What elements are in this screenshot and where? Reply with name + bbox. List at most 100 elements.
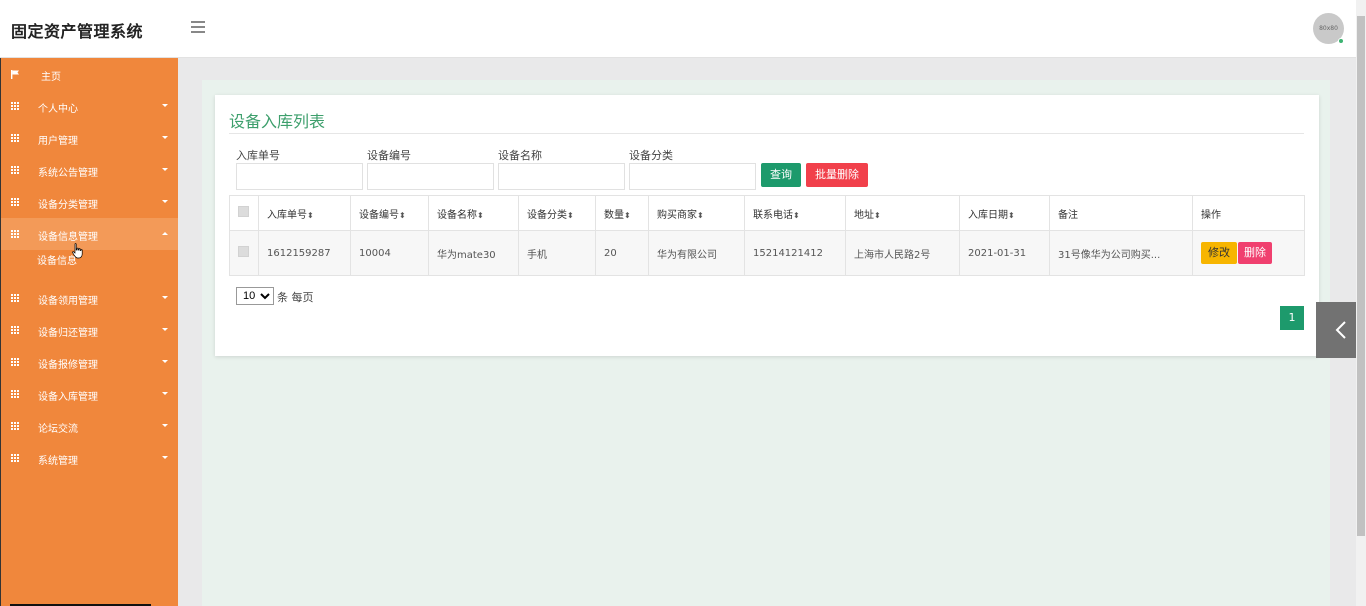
header-quantity[interactable]: 数量⬍ (595, 195, 649, 231)
sidebar-item-label: 主页 (41, 72, 61, 83)
device-name-input[interactable] (498, 163, 625, 190)
query-button[interactable]: 查询 (761, 163, 801, 187)
sidebar-item-label: 设备报修管理 (38, 360, 98, 371)
header-date[interactable]: 入库日期⬍ (959, 195, 1050, 231)
sidebar-item-device-stock-in[interactable]: 设备入库管理 (1, 378, 178, 410)
grid-icon (11, 134, 20, 142)
receipt-no-input[interactable] (236, 163, 363, 190)
device-no-label: 设备编号 (367, 149, 411, 162)
chevron-down-icon (162, 136, 168, 139)
grid-icon (11, 166, 20, 174)
cell-quantity: 20 (595, 230, 649, 276)
sidebar-item-label: 系统管理 (38, 456, 78, 467)
cell-phone: 15214121412 (744, 230, 846, 276)
scrollbar-thumb[interactable] (1357, 16, 1365, 536)
sidebar-item-label: 个人中心 (38, 104, 78, 115)
sidebar-subitem-device-info[interactable]: 设备信息 (1, 250, 178, 282)
chevron-down-icon (162, 328, 168, 331)
sidebar-item-personal-center[interactable]: 个人中心 (1, 90, 178, 122)
header-select-all[interactable] (229, 195, 259, 231)
sidebar-item-device-category[interactable]: 设备分类管理 (1, 186, 178, 218)
app-title: 固定资产管理系统 (11, 22, 144, 41)
sort-icon: ⬍ (477, 210, 484, 220)
sort-icon: ⬍ (307, 210, 314, 220)
sort-icon: ⬍ (624, 210, 631, 220)
device-category-label: 设备分类 (629, 149, 673, 162)
sidebar-subitem-label: 设备信息 (37, 256, 77, 267)
header-actions: 操作 (1192, 195, 1305, 231)
sort-icon: ⬍ (399, 210, 406, 220)
mouse-pointer-icon (72, 243, 83, 259)
edit-button[interactable]: 修改 (1201, 242, 1237, 264)
page-size-unit-label: 条 每页 (277, 291, 314, 304)
header-device-name[interactable]: 设备名称⬍ (428, 195, 519, 231)
grid-icon (11, 102, 20, 110)
page-size-select[interactable]: 10 (236, 287, 274, 305)
header-device-no[interactable]: 设备编号⬍ (350, 195, 429, 231)
header-address[interactable]: 地址⬍ (845, 195, 960, 231)
sort-icon: ⬍ (697, 210, 704, 220)
chevron-left-icon (1335, 321, 1346, 339)
grid-icon (11, 454, 20, 462)
grid-icon (11, 230, 20, 238)
sort-icon: ⬍ (793, 210, 800, 220)
batch-delete-button[interactable]: 批量删除 (806, 163, 868, 187)
sidebar: 主页 个人中心 用户管理 系统公告管理 设备分类管理 设备信息管理 设备信息 设… (0, 58, 178, 606)
sort-icon: ⬍ (1008, 210, 1015, 220)
cell-device-no: 10004 (350, 230, 429, 276)
sidebar-item-label: 设备领用管理 (38, 296, 98, 307)
row-checkbox[interactable] (238, 246, 249, 257)
delete-button[interactable]: 删除 (1238, 242, 1272, 264)
grid-icon (11, 294, 20, 302)
table-row: 1612159287 10004 华为mate30 手机 20 华为有限公司 1… (229, 230, 1305, 276)
sidebar-item-device-return[interactable]: 设备归还管理 (1, 314, 178, 346)
chevron-up-icon (162, 232, 168, 235)
sidebar-item-system[interactable]: 系统管理 (1, 442, 178, 474)
sidebar-item-home[interactable]: 主页 (1, 58, 178, 90)
receipt-no-label: 入库单号 (236, 149, 280, 162)
page-title: 设备入库列表 (229, 112, 326, 131)
page-scrollbar[interactable] (1356, 0, 1366, 606)
cell-category: 手机 (518, 230, 596, 276)
sidebar-item-label: 论坛交流 (38, 424, 78, 435)
menu-toggle-icon[interactable] (191, 21, 205, 35)
header-receipt-no[interactable]: 入库单号⬍ (258, 195, 351, 231)
header-phone[interactable]: 联系电话⬍ (744, 195, 846, 231)
top-header: 固定资产管理系统 80x80 (0, 0, 1356, 58)
cell-vendor: 华为有限公司 (648, 230, 745, 276)
device-category-input[interactable] (629, 163, 756, 190)
header-remark: 备注 (1049, 195, 1193, 231)
header-vendor[interactable]: 购买商家⬍ (648, 195, 745, 231)
header-device-category[interactable]: 设备分类⬍ (518, 195, 596, 231)
sidebar-item-user-management[interactable]: 用户管理 (1, 122, 178, 154)
sidebar-item-device-info[interactable]: 设备信息管理 (1, 218, 178, 250)
sidebar-item-device-repair[interactable]: 设备报修管理 (1, 346, 178, 378)
sidebar-item-announcement[interactable]: 系统公告管理 (1, 154, 178, 186)
chevron-down-icon (162, 168, 168, 171)
cell-date: 2021-01-31 (959, 230, 1050, 276)
cell-address: 上海市人民路2号 (845, 230, 960, 276)
stock-in-table: 入库单号⬍ 设备编号⬍ 设备名称⬍ 设备分类⬍ 数量⬍ 购买商家⬍ 联系电话⬍ … (229, 195, 1305, 276)
sidebar-item-label: 用户管理 (38, 136, 78, 147)
select-all-checkbox[interactable] (238, 206, 249, 217)
pagination-page-1[interactable]: 1 (1280, 306, 1304, 330)
chevron-down-icon (162, 296, 168, 299)
chevron-down-icon (162, 424, 168, 427)
sidebar-item-device-borrow[interactable]: 设备领用管理 (1, 282, 178, 314)
title-divider (229, 133, 1304, 134)
chevron-down-icon (162, 360, 168, 363)
chevron-down-icon (162, 200, 168, 203)
sort-icon: ⬍ (567, 210, 574, 220)
device-no-input[interactable] (367, 163, 494, 190)
table-header-row: 入库单号⬍ 设备编号⬍ 设备名称⬍ 设备分类⬍ 数量⬍ 购买商家⬍ 联系电话⬍ … (229, 195, 1305, 231)
sidebar-item-label: 系统公告管理 (38, 168, 98, 179)
flag-icon (11, 70, 19, 79)
sidebar-item-forum[interactable]: 论坛交流 (1, 410, 178, 442)
chevron-down-icon (162, 392, 168, 395)
row-select-cell[interactable] (229, 230, 259, 276)
grid-icon (11, 390, 20, 398)
cell-device-name: 华为mate30 (428, 230, 519, 276)
chevron-down-icon (162, 456, 168, 459)
stock-in-list-panel: 设备入库列表 入库单号 设备编号 设备名称 设备分类 查询 批量删除 入库单号⬍… (215, 95, 1319, 356)
grid-icon (11, 358, 20, 366)
